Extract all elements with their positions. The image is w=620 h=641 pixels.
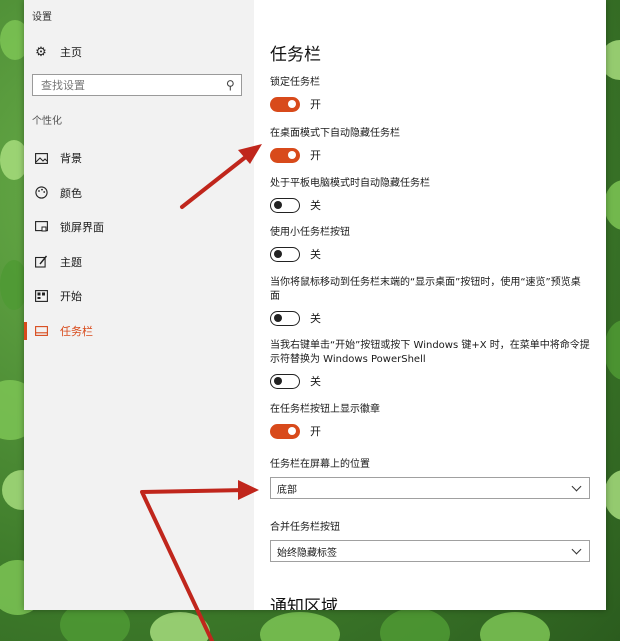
setting-label: 当你将鼠标移动到任务栏末端的“显示桌面”按钮时，使用“速览”预览桌面 — [270, 277, 581, 302]
setting-badges: 在任务栏按钮上显示徽章 开 — [270, 403, 590, 439]
toggle-switch[interactable] — [270, 246, 300, 262]
toggle-state: 开 — [310, 425, 321, 438]
toggle-state: 关 — [310, 312, 321, 325]
sidebar-item-colors[interactable]: 颜色 — [24, 176, 254, 211]
sidebar-item-label: 锁屏界面 — [60, 221, 104, 235]
toggle-state: 开 — [310, 149, 321, 162]
theme-icon — [34, 255, 48, 269]
search-input[interactable] — [39, 77, 227, 93]
taskbar-position-dropdown[interactable]: 底部 — [270, 477, 590, 499]
combine-buttons-dropdown[interactable]: 始终隐藏标签 — [270, 540, 590, 562]
search-box[interactable]: ⚲ — [32, 74, 242, 96]
image-icon — [34, 151, 48, 165]
setting-label: 在桌面模式下自动隐藏任务栏 — [270, 128, 400, 139]
toggle-state: 关 — [310, 375, 321, 388]
palette-icon — [34, 186, 48, 200]
window-title: 设置 — [32, 12, 52, 23]
setting-powershell: 当我右键单击“开始”按钮或按下 Windows 键+X 时，在菜单中将命令提示符… — [270, 339, 590, 389]
sidebar-item-label: 主题 — [60, 255, 82, 269]
setting-auto-hide-tablet: 处于平板电脑模式时自动隐藏任务栏 关 — [270, 177, 590, 213]
setting-label: 处于平板电脑模式时自动隐藏任务栏 — [270, 178, 430, 189]
sidebar-item-label: 任务栏 — [60, 324, 93, 338]
sidebar-item-label: 背景 — [60, 152, 82, 166]
dropdown-label: 任务栏在屏幕上的位置 — [270, 459, 370, 470]
toggle-switch[interactable] — [270, 423, 300, 439]
setting-small-buttons: 使用小任务栏按钮 关 — [270, 226, 590, 262]
sidebar-nav: 背景 颜色 锁屏界面 主题 开始 任务栏 — [24, 141, 254, 348]
gear-icon: ⚙ — [35, 44, 47, 60]
sidebar-item-background[interactable]: 背景 — [24, 141, 254, 176]
chevron-down-icon — [571, 481, 582, 491]
setting-label: 当我右键单击“开始”按钮或按下 Windows 键+X 时，在菜单中将命令提示符… — [270, 340, 590, 365]
lock-screen-icon — [34, 220, 48, 234]
setting-label: 使用小任务栏按钮 — [270, 227, 350, 238]
toggle-switch[interactable] — [270, 197, 300, 213]
sidebar: 设置 ⚙ 主页 ⚲ 个性化 背景 颜色 — [24, 0, 254, 610]
sidebar-item-label: 开始 — [60, 290, 82, 304]
toggle-switch[interactable] — [270, 310, 300, 326]
taskbar-icon — [34, 324, 48, 338]
dropdown-value: 始终隐藏标签 — [277, 547, 337, 559]
dropdown-label: 合并任务栏按钮 — [270, 522, 340, 533]
main-panel: 任务栏 锁定任务栏 开 在桌面模式下自动隐藏任务栏 开 处于平板电脑模式时自动隐… — [270, 0, 606, 610]
setting-peek: 当你将鼠标移动到任务栏末端的“显示桌面”按钮时，使用“速览”预览桌面 关 — [270, 276, 590, 326]
dropdown-value: 底部 — [277, 484, 297, 496]
toggle-switch[interactable] — [270, 96, 300, 112]
setting-label: 在任务栏按钮上显示徽章 — [270, 404, 380, 415]
toggle-switch[interactable] — [270, 373, 300, 389]
toggle-state: 关 — [310, 199, 321, 212]
settings-window: 设置 ⚙ 主页 ⚲ 个性化 背景 颜色 — [24, 0, 606, 610]
setting-taskbar-position: 任务栏在屏幕上的位置 底部 — [270, 455, 590, 499]
sidebar-item-themes[interactable]: 主题 — [24, 245, 254, 280]
toggle-switch[interactable] — [270, 147, 300, 163]
home-link[interactable]: ⚙ 主页 — [34, 42, 82, 62]
search-icon[interactable]: ⚲ — [226, 78, 235, 92]
toggle-state: 关 — [310, 248, 321, 261]
setting-auto-hide-desktop: 在桌面模式下自动隐藏任务栏 开 — [270, 127, 590, 163]
setting-lock-taskbar: 锁定任务栏 开 — [270, 76, 590, 112]
sidebar-item-label: 颜色 — [60, 186, 82, 200]
setting-label: 锁定任务栏 — [270, 77, 320, 88]
chevron-down-icon — [571, 544, 582, 554]
page-title: 任务栏 — [270, 45, 321, 65]
sidebar-item-taskbar[interactable]: 任务栏 — [24, 314, 254, 349]
start-icon — [34, 289, 48, 303]
section-header: 个性化 — [32, 116, 62, 127]
notification-area-heading: 通知区域 — [270, 597, 338, 610]
setting-combine-buttons: 合并任务栏按钮 始终隐藏标签 — [270, 518, 590, 562]
home-label: 主页 — [60, 46, 82, 59]
sidebar-item-lock-screen[interactable]: 锁屏界面 — [24, 210, 254, 245]
sidebar-item-start[interactable]: 开始 — [24, 279, 254, 314]
toggle-state: 开 — [310, 98, 321, 111]
